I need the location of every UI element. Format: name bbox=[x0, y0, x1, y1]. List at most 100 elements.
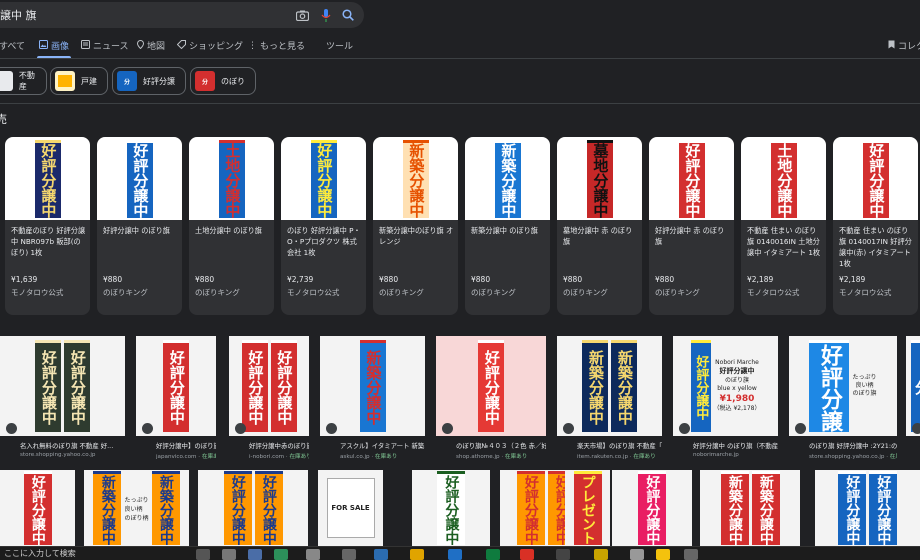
image-caption[interactable]: のぼり旗 好評分譲中 :2Y21:のぼ... bbox=[809, 441, 897, 450]
product-title[interactable]: 不動産 住まい のぼり旗 0140017IN 好評分譲中(赤) イタミアート 1… bbox=[839, 225, 915, 269]
taskbar-search[interactable]: ここに入力して検索 bbox=[0, 548, 180, 560]
tab-maps[interactable]: 地図 bbox=[136, 39, 165, 52]
grid-image[interactable]: 好評分譲中 好評分譲中 bbox=[815, 470, 920, 546]
product-card[interactable]: 土地分譲中不動産 住まい のぼり旗 0140016IN 土地分譲中 イタミアート… bbox=[741, 137, 826, 315]
product-title[interactable]: のぼり 好評分譲中 P・O・Pプロダクツ 株式会社 1枚 bbox=[287, 225, 363, 258]
file-explorer-icon[interactable] bbox=[410, 549, 424, 560]
search-icon[interactable] bbox=[338, 5, 358, 25]
chip-kodate[interactable]: 戸建 bbox=[50, 67, 108, 95]
chip-fudousan[interactable]: 不動産 bbox=[0, 67, 47, 95]
app-icon[interactable] bbox=[630, 549, 644, 560]
grid-image[interactable]: 好評分譲中 好評分譲中 bbox=[229, 336, 309, 436]
image-source[interactable]: i-nobori.com · 在庫あり bbox=[249, 452, 309, 460]
app-icon[interactable] bbox=[248, 549, 262, 560]
product-card[interactable]: 新築分譲中 新築分譲中のぼり旗 オレンジ ¥880 のぼりキング bbox=[373, 137, 458, 315]
image-source[interactable]: shop.athome.jp · 在庫あり bbox=[456, 452, 546, 460]
product-card[interactable]: 好評分譲中 不動産のぼり 好評分譲中 NBR097b 販部(のぼり) 1枚 ¥1,6… bbox=[5, 137, 90, 315]
product-card[interactable]: 好評分譲中 好評分譲中 のぼり旗 ¥880 のぼりキング bbox=[97, 137, 182, 315]
app-icon[interactable] bbox=[306, 549, 320, 560]
app-icon[interactable] bbox=[342, 549, 356, 560]
grid-image[interactable]: 分 bbox=[906, 336, 920, 436]
image-caption[interactable]: 好評分譲中赤のぼり旗0... bbox=[249, 441, 309, 450]
product-image[interactable]: 好評分譲中 bbox=[281, 137, 366, 220]
image-source[interactable]: store.shopping.yahoo.co.jp bbox=[20, 452, 125, 458]
app-icon[interactable] bbox=[448, 549, 462, 560]
product-title[interactable]: 土地分譲中 のぼり旗 bbox=[195, 225, 271, 236]
image-source[interactable]: askul.co.jp · 在庫あり bbox=[340, 452, 425, 460]
grid-image[interactable]: 好評分譲中 bbox=[0, 470, 75, 546]
product-title[interactable]: 墓地分譲中 赤 のぼり旗 bbox=[563, 225, 639, 247]
tab-collections[interactable]: コレク bbox=[888, 39, 920, 52]
chip-kouhyou-bunjou[interactable]: 分 好評分譲 bbox=[112, 67, 186, 95]
product-title[interactable]: 好評分譲中 赤 のぼり旗 bbox=[655, 225, 731, 247]
grid-image[interactable]: FOR SALE bbox=[318, 470, 383, 546]
product-card[interactable]: 土地分譲中 土地分譲中 のぼり旗 ¥880 のぼりキング bbox=[189, 137, 274, 315]
product-card[interactable]: 好評分譲中 のぼり 好評分譲中 P・O・Pプロダクツ 株式会社 1枚 ¥2,739 モ… bbox=[281, 137, 366, 315]
product-image[interactable]: 新築分譲中 bbox=[373, 137, 458, 220]
grid-image[interactable]: 好評分譲中 好評分譲中 bbox=[0, 336, 125, 436]
app-icon[interactable] bbox=[556, 549, 570, 560]
tab-shopping[interactable]: ショッピング bbox=[176, 39, 243, 52]
image-source[interactable]: noborimarche.jp bbox=[693, 452, 778, 458]
product-image[interactable]: 土地分譲中 bbox=[189, 137, 274, 220]
search-bar[interactable]: 譲中 旗 bbox=[0, 2, 364, 28]
app-icon[interactable] bbox=[222, 549, 236, 560]
grid-image[interactable]: 新築分譲中 新築分譲中 bbox=[700, 470, 800, 546]
image-caption[interactable]: 好評分譲中 のぼり旗（不動産... bbox=[693, 441, 778, 450]
product-image[interactable]: 好評分譲中 bbox=[97, 137, 182, 220]
app-icon[interactable] bbox=[684, 549, 698, 560]
product-price: ¥880 bbox=[103, 275, 123, 284]
microphone-icon[interactable] bbox=[316, 5, 336, 25]
grid-image[interactable]: 好評分譲中 Nobori Marche 好評分譲中 のぼり旗 blue x yellow… bbox=[673, 336, 778, 436]
product-title[interactable]: 不動産のぼり 好評分譲中 NBR097b 販部(のぼり) 1枚 bbox=[11, 225, 87, 258]
tab-tools[interactable]: ツール bbox=[326, 39, 353, 52]
task-view-icon[interactable] bbox=[196, 549, 210, 560]
grid-image[interactable]: 好評分譲中 bbox=[436, 336, 546, 436]
product-title[interactable]: 新築分譲中 のぼり旗 bbox=[471, 225, 547, 236]
image-caption[interactable]: 好評分譲中】のぼり旗 bbox=[156, 441, 216, 450]
tab-news[interactable]: ニュース bbox=[81, 39, 129, 52]
grid-image[interactable]: 新築分譲中 新築分譲中 bbox=[557, 336, 662, 436]
app-icon[interactable] bbox=[274, 549, 288, 560]
image-source[interactable]: japanvico.com · 在庫あり bbox=[156, 452, 216, 460]
grid-image[interactable]: 新築分譲中 bbox=[320, 336, 425, 436]
search-input[interactable]: 譲中 旗 bbox=[0, 7, 37, 23]
camera-icon[interactable] bbox=[292, 5, 312, 25]
product-title[interactable]: 好評分譲中 のぼり旗 bbox=[103, 225, 179, 236]
image-caption[interactable]: 名入れ無料のぼり旗 不動産 好... bbox=[20, 441, 125, 450]
product-card[interactable]: 新築分譲中 新築分譲中 のぼり旗 ¥880 のぼりキング bbox=[465, 137, 550, 315]
app-icon[interactable] bbox=[486, 549, 500, 560]
product-image[interactable]: 好評分譲中 bbox=[649, 137, 734, 220]
app-icon[interactable] bbox=[594, 549, 608, 560]
grid-image[interactable]: 好評分譲中 bbox=[412, 470, 490, 546]
tab-images[interactable]: 画像 bbox=[39, 39, 69, 52]
image-caption[interactable]: アスクル】イタミアート 新築... bbox=[340, 441, 425, 450]
image-source[interactable]: item.rakuten.co.jp · 在庫あり bbox=[577, 452, 662, 460]
product-title[interactable]: 新築分譲中のぼり旗 オレンジ bbox=[379, 225, 455, 247]
tab-more[interactable]: ⋮ もっと見る bbox=[248, 39, 305, 53]
product-image[interactable]: 好評分譲中 bbox=[5, 137, 90, 220]
product-title[interactable]: 不動産 住まい のぼり旗 0140016IN 土地分譲中 イタミアート 1枚 bbox=[747, 225, 823, 258]
image-caption[interactable]: 楽天市場】のぼり旗 不動産「... bbox=[577, 441, 662, 450]
chrome-icon[interactable] bbox=[520, 549, 534, 560]
app-icon[interactable] bbox=[656, 549, 670, 560]
product-image[interactable]: 墓地分譲中 bbox=[557, 137, 642, 220]
grid-image[interactable]: プレゼント bbox=[565, 470, 610, 546]
image-source[interactable]: store.shopping.yahoo.co.jp · 在庫... bbox=[809, 452, 897, 460]
grid-image[interactable]: 好評分譲中 bbox=[612, 470, 692, 546]
nobori-banner: 新築分譲中 bbox=[720, 471, 749, 545]
grid-image[interactable]: 好評分譲 たっぷり 良い柄 のぼり旗 bbox=[789, 336, 897, 436]
product-card[interactable]: 墓地分譲中 墓地分譲中 赤 のぼり旗 ¥880 のぼりキング bbox=[557, 137, 642, 315]
image-caption[interactable]: のぼり旗№４０３（２色 赤／好... bbox=[456, 441, 546, 450]
product-image[interactable]: 好評分譲中 bbox=[833, 137, 918, 220]
app-icon[interactable] bbox=[374, 549, 388, 560]
grid-image[interactable]: 新築分譲中 たっぷり 良い柄 のぼり柄 新築分譲中 bbox=[84, 470, 189, 546]
chip-nobori[interactable]: 分 のぼり bbox=[190, 67, 256, 95]
grid-image[interactable]: 好評分譲中 好評分譲中 bbox=[198, 470, 308, 546]
product-card[interactable]: 好評分譲中不動産 住まい のぼり旗 0140017IN 好評分譲中(赤) イタミ… bbox=[833, 137, 918, 315]
product-image[interactable]: 新築分譲中 bbox=[465, 137, 550, 220]
grid-image[interactable]: 好評分譲中 bbox=[136, 336, 216, 436]
product-card[interactable]: 好評分譲中 好評分譲中 赤 のぼり旗 ¥880 のぼりキング bbox=[649, 137, 734, 315]
product-image[interactable]: 土地分譲中 bbox=[741, 137, 826, 220]
tab-all[interactable]: すべて bbox=[0, 39, 25, 52]
